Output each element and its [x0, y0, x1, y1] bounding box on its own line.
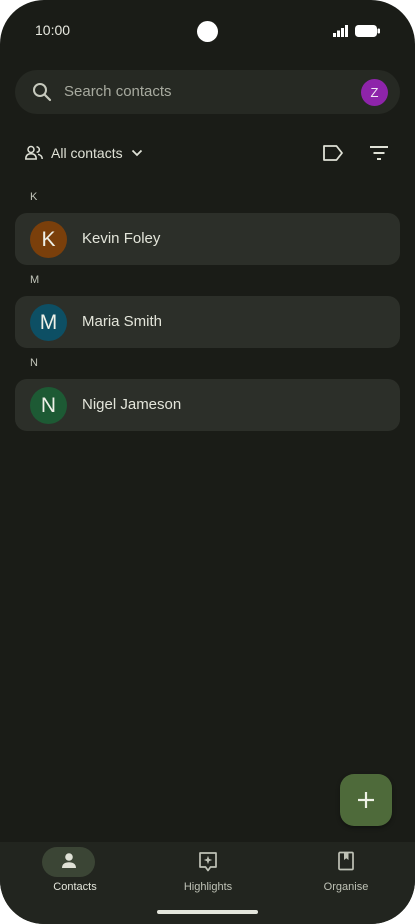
home-indicator[interactable] [157, 910, 258, 914]
filter-row: All contacts [0, 134, 415, 172]
nav-item-organise[interactable]: Organise [286, 842, 406, 902]
search-bar[interactable]: Search contacts Z [15, 70, 400, 114]
all-contacts-label: All contacts [51, 145, 123, 161]
status-bar: 10:00 [0, 0, 415, 62]
all-contacts-dropdown[interactable]: All contacts [25, 142, 143, 164]
person-icon [62, 853, 76, 868]
nav-label-organise: Organise [323, 881, 369, 893]
label-icon[interactable] [320, 141, 346, 165]
phone-screen: 10:00 Search contacts Z All contacts K K… [0, 0, 415, 924]
nav-label-contacts: Contacts [53, 881, 97, 893]
nav-item-highlights[interactable]: Highlights [148, 842, 268, 902]
nav-label-highlights: Highlights [183, 881, 233, 893]
contact-avatar: K [30, 221, 67, 258]
people-icon [25, 145, 43, 160]
plus-icon [358, 792, 374, 808]
account-avatar[interactable]: Z [361, 79, 388, 106]
contact-avatar: M [30, 304, 67, 341]
search-input[interactable]: Search contacts [64, 83, 172, 100]
contact-row[interactable]: K Kevin Foley [15, 213, 400, 265]
bookmark-icon [338, 851, 354, 871]
contact-avatar: N [30, 387, 67, 424]
status-time: 10:00 [35, 22, 71, 38]
contact-name: Kevin Foley [82, 230, 161, 247]
contact-name: Nigel Jameson [82, 396, 182, 413]
camera-cutout [197, 21, 218, 42]
section-header-k: K [30, 191, 38, 203]
section-header-n: N [30, 357, 38, 369]
contact-row[interactable]: N Nigel Jameson [15, 379, 400, 431]
highlights-icon [199, 852, 217, 872]
search-icon [33, 83, 52, 102]
signal-battery-icon [333, 25, 380, 37]
section-header-m: M [30, 274, 40, 286]
contact-name: Maria Smith [82, 313, 163, 330]
nav-item-contacts[interactable]: Contacts [15, 842, 135, 902]
chevron-down-icon [131, 149, 142, 157]
filter-icon[interactable] [366, 141, 392, 165]
contact-row[interactable]: M Maria Smith [15, 296, 400, 348]
add-contact-button[interactable] [340, 774, 392, 826]
